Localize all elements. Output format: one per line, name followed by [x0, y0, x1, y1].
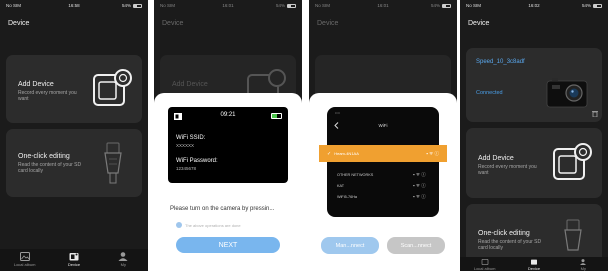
one-click-subtitle: Read the content of your SD card locally [18, 162, 82, 174]
status-bar: No SIM 16:01 54% [309, 0, 457, 11]
tab-label: Local album [13, 262, 36, 267]
lock-wifi-info-icon: ▪ ᯤ ⓘ [413, 172, 426, 177]
status-bar: No SIM 16:01 54% [154, 0, 302, 11]
other-networks-label: OTHER NETWORKS [337, 173, 374, 177]
album-icon [19, 252, 30, 261]
carrier-text: No SIM [160, 3, 176, 8]
network-item[interactable]: KAT [337, 184, 344, 188]
status-bar: No SIM 16:58 54% [0, 0, 148, 11]
add-device-card[interactable]: Add Device Record every moment you want [466, 128, 602, 198]
device-status: Connected [476, 90, 503, 96]
next-button[interactable]: NEXT [176, 237, 280, 253]
clock-text: 16:01 [222, 3, 234, 8]
checkmark-icon: ✓ [327, 150, 332, 157]
camera-photo-icon [546, 78, 588, 108]
tab-device[interactable]: Device [514, 259, 554, 271]
page-title: Device [8, 20, 30, 27]
instruction-sheet: 09:21 WiFi SSID: XXXXXX WiFi Password: 1… [154, 93, 302, 271]
wifi-password-label: WiFi Password: [176, 158, 218, 164]
camera-screen-preview: 09:21 WiFi SSID: XXXXXX WiFi Password: 1… [168, 107, 288, 183]
person-icon [580, 259, 587, 265]
battery-icon [592, 3, 602, 8]
device-icon [530, 259, 537, 265]
one-click-title: One-click editing [478, 230, 530, 237]
one-click-editing-card[interactable]: One-click editing Read the content of yo… [466, 204, 602, 264]
wifi-ssid-label: WiFi SSID: [176, 135, 206, 141]
tab-device[interactable]: Device [54, 252, 94, 267]
add-device-subtitle: Record every moment you want [478, 164, 537, 176]
wifi-password-value: 12345678 [176, 166, 197, 171]
battery-percent: 54% [121, 3, 131, 8]
lock-wifi-info-icon: ▪ ᯤ ⓘ [413, 183, 426, 188]
tab-my[interactable]: My [563, 259, 603, 271]
page-title: Device [162, 20, 184, 27]
camera-battery-icon [271, 113, 282, 119]
scan-connect-button[interactable]: Scan...nnect [387, 237, 445, 254]
one-click-editing-card[interactable]: One-click editing Read the content of yo… [6, 129, 142, 197]
tab-label: My [120, 262, 126, 267]
tab-local-album[interactable]: Local album [465, 259, 505, 271]
wifi-ssid-value: XXXXXX [176, 143, 195, 148]
checkbox-icon[interactable] [176, 222, 182, 228]
sd-card-reader-icon [104, 142, 122, 184]
lock-wifi-info-icon: ▪ ᯤ ⓘ [426, 150, 439, 156]
action-camera-icon [93, 69, 132, 106]
network-item[interactable]: WiFi5-76Ha [337, 195, 357, 199]
camera-time: 09:21 [220, 112, 236, 118]
clock-text: 16:01 [377, 3, 389, 8]
connected-network-name: Heam-4N1AA [334, 151, 359, 156]
page-title: Device [468, 20, 490, 27]
screen-connect-instructions: No SIM 16:01 54% Device Add Device 09:21… [154, 0, 302, 271]
manual-connect-button[interactable]: Man...nnect [321, 237, 379, 254]
battery-percent: 54% [581, 3, 591, 8]
tab-label: My [580, 266, 586, 271]
device-name: Speed_10_3c8adf [476, 59, 525, 65]
album-icon [481, 259, 488, 265]
page-title: Device [317, 20, 339, 27]
clock-text: 16:02 [528, 3, 540, 8]
instruction-text: Please turn on the camera by pressin... [170, 206, 275, 212]
tab-local-album[interactable]: Local album [5, 252, 45, 267]
action-camera-icon [553, 143, 592, 180]
carrier-text: No SIM [315, 3, 331, 8]
screen-device-home: No SIM 16:58 54% Device Add Device Recor… [0, 0, 148, 271]
add-device-title: Add Device [18, 81, 54, 88]
mock-status: •••• [335, 111, 340, 115]
device-icon [69, 253, 79, 261]
sd-card-reader-icon [564, 219, 582, 251]
wifi-instruction-sheet: •••• WiFi ✓ Heam-4N1AA ▪ ᯤ ⓘ OTHER NETWO… [309, 93, 457, 271]
delete-icon[interactable] [592, 110, 598, 117]
add-device-subtitle: Record every moment you want [18, 90, 77, 102]
tab-my[interactable]: My [103, 252, 143, 267]
add-device-card[interactable]: Add Device Record every moment you want [6, 55, 142, 123]
one-click-title: One-click editing [18, 153, 70, 160]
one-click-subtitle: Read the content of your SD card locally [478, 239, 542, 251]
lock-wifi-info-icon: ▪ ᯤ ⓘ [413, 194, 426, 199]
wifi-title: WiFi [378, 123, 388, 128]
tab-label: Local album [473, 266, 496, 271]
clock-text: 16:58 [68, 3, 80, 8]
done-checkbox-row[interactable]: The above operations are done [176, 222, 241, 228]
tab-bar: Local album Device My [460, 257, 608, 271]
carrier-text: No SIM [6, 3, 22, 8]
connected-device-card[interactable]: Speed_10_3c8adf Connected [466, 48, 602, 122]
status-bar: No SIM 16:02 54% [460, 0, 608, 11]
screen-device-connected: No SIM 16:02 54% Device Speed_10_3c8adf … [460, 0, 608, 271]
tab-bar: Local album Device My [0, 249, 148, 271]
screen-wifi-selection: No SIM 16:01 54% Device •••• WiFi ✓ Heam… [309, 0, 457, 271]
tab-label: Device [527, 266, 541, 271]
connected-network-row[interactable]: ✓ Heam-4N1AA ▪ ᯤ ⓘ [319, 145, 447, 162]
add-device-title: Add Device [478, 155, 514, 162]
phone-wifi-mockup: •••• WiFi ✓ Heam-4N1AA ▪ ᯤ ⓘ OTHER NETWO… [319, 107, 447, 217]
battery-icon [132, 3, 142, 8]
add-device-title: Add Device [172, 81, 208, 88]
battery-percent: 54% [275, 3, 285, 8]
person-icon [118, 252, 128, 261]
battery-icon [441, 3, 451, 8]
checkbox-label: The above operations are done [185, 222, 241, 228]
battery-icon [286, 3, 296, 8]
tab-label: Device [67, 262, 81, 267]
carrier-text: No SIM [466, 3, 482, 8]
battery-percent: 54% [430, 3, 440, 8]
